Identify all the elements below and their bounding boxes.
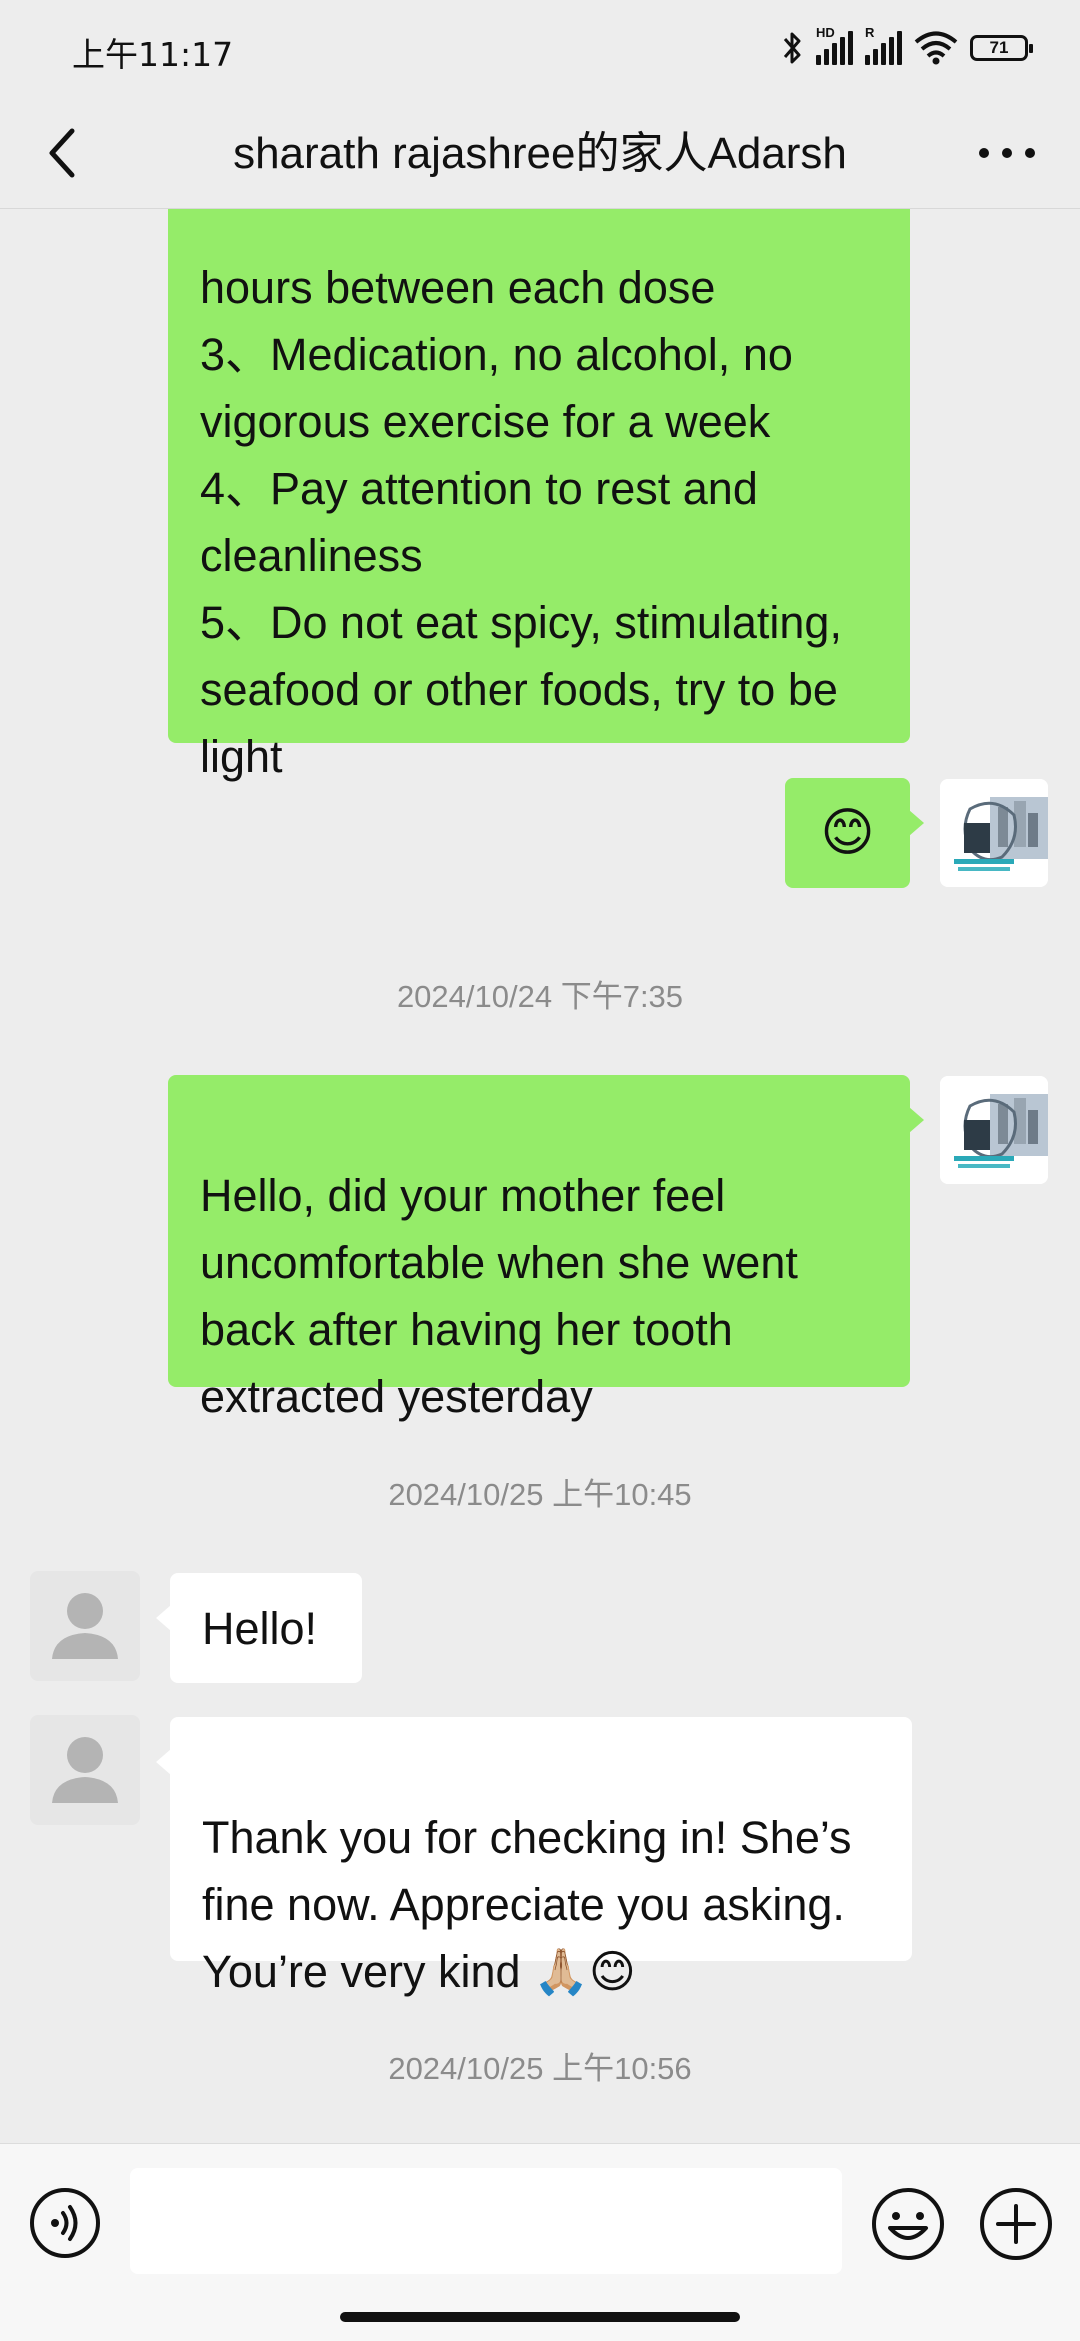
sim2-tag: R (865, 25, 875, 40)
battery-level: 71 (989, 38, 1009, 57)
status-icons: HD R 71 (782, 24, 1033, 72)
home-indicator[interactable] (340, 2312, 740, 2322)
message-text: Thank you for checking in! She’s fine no… (202, 1812, 852, 1997)
message-text: Hello! (202, 1602, 318, 1654)
message-timestamp: 2024/10/24 下午7:35 (396, 979, 684, 1014)
chat-header: sharath rajashree的家人Adarsh (0, 95, 1080, 209)
status-bar: 上午11:17 HD R 71 (0, 0, 1080, 95)
default-avatar-icon (52, 1593, 118, 1659)
signal-icon: HD (816, 25, 853, 65)
message-text: Hello, did your mother feel uncomfortabl… (200, 1170, 798, 1422)
clinic-avatar-image (940, 779, 1048, 887)
bluetooth-icon (783, 32, 801, 64)
message-text: 😊 (820, 803, 875, 862)
chat-title: sharath rajashree的家人Adarsh (233, 129, 847, 178)
avatar[interactable] (940, 1076, 1048, 1184)
status-time: 上午11:17 (72, 35, 234, 74)
avatar[interactable] (30, 1715, 140, 1825)
voice-icon[interactable] (28, 2186, 102, 2260)
chat-area[interactable]: hours between each dose 3、Medication, no… (0, 209, 1080, 2143)
message-bubble-received[interactable]: Thank you for checking in! She’s fine no… (156, 1717, 912, 1997)
message-timestamp: 2024/10/25 上午10:56 (388, 2051, 692, 2086)
message-text: hours between each dose 3、Medication, no… (200, 262, 842, 782)
message-bubble-sent[interactable]: 😊 (785, 778, 924, 888)
message-bubble-received[interactable]: Hello! (156, 1573, 362, 1683)
avatar[interactable] (940, 779, 1048, 887)
wifi-icon (914, 31, 958, 65)
message-input[interactable] (130, 2168, 842, 2274)
avatar[interactable] (30, 1571, 140, 1681)
more-dots-icon[interactable] (972, 133, 1042, 173)
signal-icon: R (865, 25, 902, 65)
message-bubble-sent[interactable]: Hello, did your mother feel uncomfortabl… (168, 1075, 924, 1422)
plus-icon[interactable] (978, 2186, 1054, 2262)
battery-icon: 71 (970, 35, 1033, 61)
sim1-tag: HD (816, 25, 835, 40)
chevron-left-icon[interactable] (40, 123, 90, 183)
default-avatar-icon (52, 1737, 118, 1803)
emoji-icon[interactable] (870, 2186, 946, 2262)
message-bubble-sent[interactable]: hours between each dose 3、Medication, no… (168, 209, 910, 782)
message-timestamp: 2024/10/25 上午10:45 (388, 1477, 692, 1512)
clinic-avatar-image (940, 1076, 1048, 1184)
